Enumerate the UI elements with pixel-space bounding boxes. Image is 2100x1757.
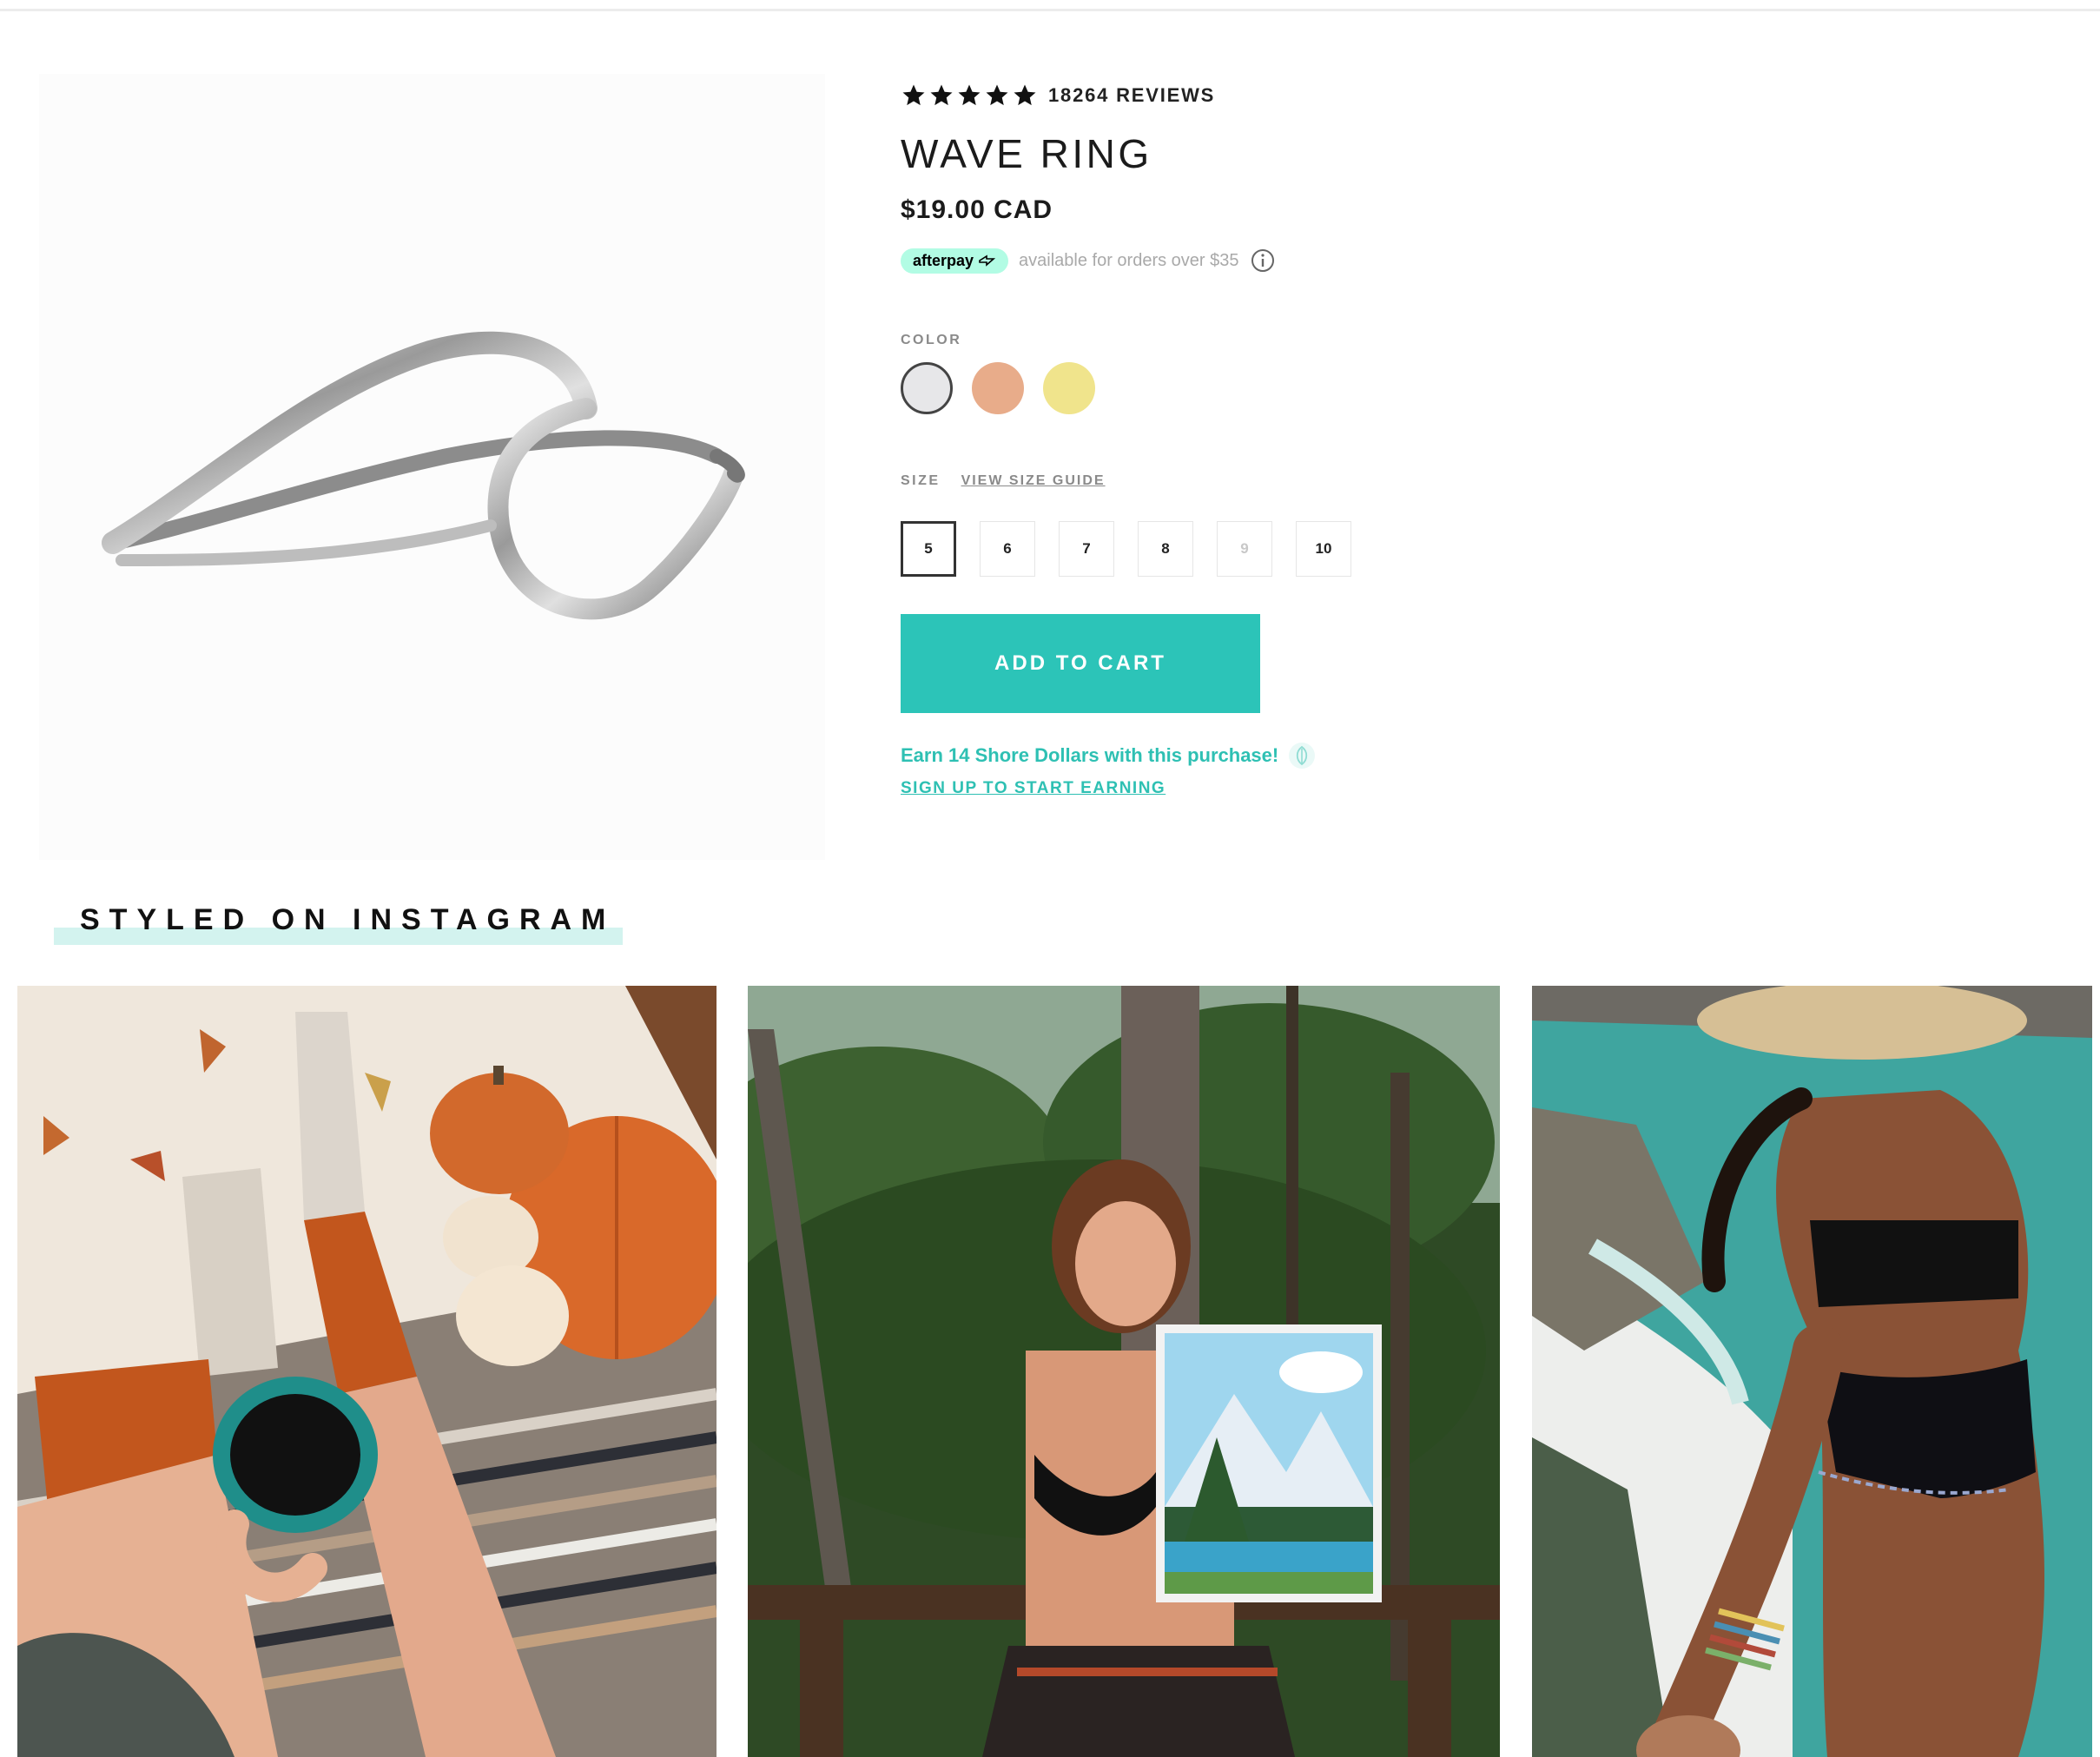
- rating-stars: [901, 83, 1038, 109]
- instagram-photo-1[interactable]: [17, 986, 717, 1757]
- size-header: SIZE VIEW SIZE GUIDE: [901, 473, 1106, 489]
- afterpay-arrows-icon: [979, 254, 996, 267]
- size-option-5[interactable]: 5: [901, 521, 956, 577]
- wave-ring-image: [102, 331, 745, 620]
- size-label: SIZE: [901, 473, 941, 488]
- signup-rewards-link[interactable]: SIGN UP TO START EARNING: [901, 779, 1166, 798]
- rewards-text: Earn 14 Shore Dollars with this purchase…: [901, 744, 1279, 766]
- size-option-7[interactable]: 7: [1059, 521, 1114, 577]
- forest-photo: [748, 986, 1500, 1757]
- swatch-rose-gold[interactable]: [972, 362, 1024, 414]
- top-divider: [0, 9, 2100, 11]
- size-guide-link[interactable]: VIEW SIZE GUIDE: [961, 473, 1106, 489]
- beach-photo: [1532, 986, 2092, 1757]
- product-title: WAVE RING: [901, 131, 1152, 176]
- instagram-photo-2[interactable]: [748, 986, 1500, 1757]
- rewards-leaf-icon: [1289, 743, 1316, 769]
- info-icon[interactable]: [1250, 248, 1276, 274]
- instagram-title: STYLED ON INSTAGRAM: [80, 903, 616, 936]
- product-rating[interactable]: 18264 REVIEWS: [901, 78, 1215, 113]
- star-icon: [1014, 84, 1036, 106]
- product-price: $19.00 CAD: [901, 195, 1053, 224]
- afterpay-badge: afterpay: [901, 248, 1009, 274]
- star-icon: [958, 84, 981, 106]
- autumn-photo: [17, 986, 717, 1757]
- afterpay-info: afterpay available for orders over $35: [901, 246, 1276, 275]
- size-options: 5 6 7 8 9 10: [901, 521, 1351, 577]
- star-icon: [930, 84, 953, 106]
- size-option-6[interactable]: 6: [980, 521, 1035, 577]
- afterpay-badge-label: afterpay: [913, 251, 974, 269]
- swatch-gold[interactable]: [1043, 362, 1095, 414]
- rewards-info: Earn 14 Shore Dollars with this purchase…: [901, 741, 1317, 770]
- instagram-heading: STYLED ON INSTAGRAM: [54, 903, 623, 945]
- instagram-photo-3[interactable]: [1532, 986, 2092, 1757]
- product-image[interactable]: [39, 74, 825, 860]
- color-swatches: [901, 362, 1095, 414]
- review-count[interactable]: 18264 REVIEWS: [1048, 84, 1215, 107]
- add-to-cart-button[interactable]: ADD TO CART: [901, 614, 1260, 713]
- color-label: COLOR: [901, 333, 962, 347]
- size-option-8[interactable]: 8: [1138, 521, 1193, 577]
- size-option-9[interactable]: 9: [1217, 521, 1272, 577]
- star-icon: [986, 84, 1008, 106]
- afterpay-text: available for orders over $35: [1019, 250, 1239, 270]
- swatch-silver[interactable]: [901, 362, 953, 414]
- star-icon: [902, 84, 925, 106]
- size-option-10[interactable]: 10: [1296, 521, 1351, 577]
